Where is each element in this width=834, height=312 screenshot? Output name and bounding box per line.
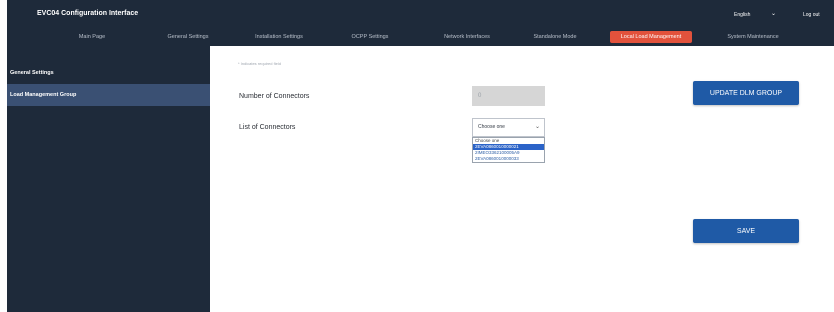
- tab-network-interfaces[interactable]: Network Interfaces: [431, 31, 503, 43]
- dropdown-option[interactable]: 2EVA0860010000033: [473, 156, 544, 162]
- number-of-connectors-field: 0: [472, 86, 545, 106]
- sidebar-item-general-settings[interactable]: General Settings: [7, 62, 210, 84]
- tab-ocpp-settings[interactable]: OCPP Settings: [339, 31, 401, 43]
- sidebar-item-load-management-group[interactable]: Load Management Group: [7, 84, 210, 106]
- tab-general-settings[interactable]: General Settings: [157, 31, 219, 43]
- list-of-connectors-label: List of Connectors: [239, 124, 296, 131]
- update-dlm-group-button[interactable]: UPDATE DLM GROUP: [693, 81, 799, 105]
- number-of-connectors-label: Number of Connectors: [239, 93, 310, 100]
- chevron-down-icon[interactable]: ⌄: [771, 10, 776, 17]
- required-field-note: * Indicates required field: [238, 61, 281, 66]
- language-select[interactable]: English: [734, 12, 750, 18]
- save-button[interactable]: SAVE: [693, 219, 799, 243]
- tab-main-page[interactable]: Main Page: [60, 31, 124, 43]
- tab-system-maintenance[interactable]: System Maintenance: [717, 31, 789, 43]
- logout-link[interactable]: Log out: [803, 12, 820, 18]
- main-nav: Main Page General Settings Installation …: [7, 28, 834, 46]
- app-title: EVC04 Configuration Interface: [37, 10, 139, 17]
- chevron-down-icon: ⌄: [534, 124, 540, 130]
- top-header: EVC04 Configuration Interface English ⌄ …: [7, 0, 834, 46]
- tab-installation-settings[interactable]: Installation Settings: [243, 31, 315, 43]
- connectors-select-value: Choose one: [478, 124, 505, 130]
- connectors-dropdown: Choose one 2EVA0860010000021 2IMEO336210…: [472, 137, 545, 163]
- tab-local-load-management[interactable]: Local Load Management: [610, 31, 692, 43]
- connectors-select[interactable]: Choose one ⌄: [472, 118, 545, 137]
- sidebar: General Settings Load Management Group: [7, 46, 210, 312]
- tab-standalone-mode[interactable]: Standalone Mode: [519, 31, 591, 43]
